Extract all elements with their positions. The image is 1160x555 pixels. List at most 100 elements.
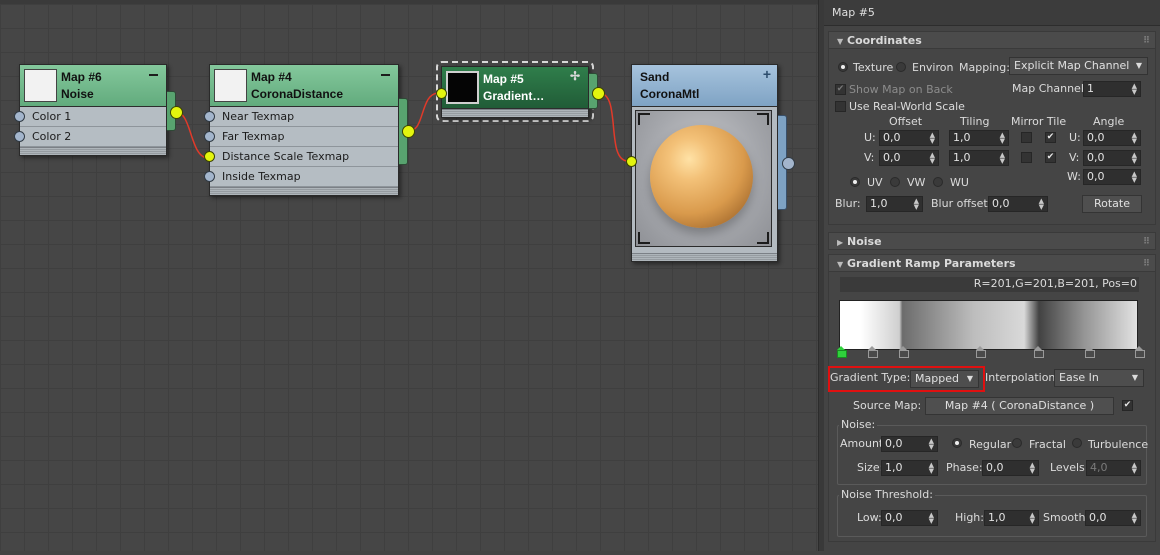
high-spinner[interactable]: 1,0 ▲ ▼ [984, 510, 1039, 526]
node-resize-grip[interactable] [442, 109, 588, 117]
gradient-flag[interactable] [899, 346, 909, 358]
spinner-arrows-icon[interactable]: ▲ ▼ [1132, 83, 1137, 96]
spinner-arrows-icon[interactable]: ▲ ▼ [1039, 198, 1044, 211]
u-angle-spinner[interactable]: 0,0 ▲ ▼ [1083, 130, 1141, 146]
output-socket[interactable] [402, 125, 415, 138]
gradient-ramp-bar[interactable] [839, 300, 1138, 350]
u-tiling-spinner[interactable]: 1,0 ▲ ▼ [949, 130, 1009, 146]
blur-offset-spinner[interactable]: 0,0 ▲ ▼ [988, 196, 1048, 212]
show-map-on-back-checkbox[interactable]: ✔ [835, 84, 846, 95]
v-angle-spinner[interactable]: 0,0 ▲ ▼ [1083, 150, 1141, 166]
slot-color-1[interactable]: Color 1 [14, 107, 166, 127]
output-socket[interactable] [170, 106, 183, 119]
vw-radio[interactable] [890, 177, 900, 187]
spinner-arrows-icon[interactable]: ▲ ▼ [1132, 152, 1137, 165]
spinner-arrows-icon[interactable]: ▲ ▼ [1132, 171, 1137, 184]
input-socket[interactable] [204, 171, 215, 182]
levels-spinner[interactable]: 4,0 ▲ ▼ [1086, 460, 1141, 476]
u-mirror-checkbox[interactable] [1021, 132, 1032, 143]
slot-distance-scale-texmap[interactable]: Distance Scale Texmap [204, 147, 398, 167]
spinner-arrows-icon[interactable]: ▲ ▼ [1000, 132, 1005, 145]
output-socket[interactable] [782, 157, 795, 170]
material-preview[interactable] [635, 110, 772, 247]
spinner-arrows-icon[interactable]: ▲ ▼ [929, 462, 934, 475]
node-gradient-ramp[interactable]: Map #5 Gradient… ✢ [436, 66, 605, 118]
spinner-arrows-icon[interactable]: ▲ ▼ [1132, 512, 1137, 525]
u-tile-checkbox[interactable]: ✔ [1045, 132, 1056, 143]
environ-radio[interactable] [896, 62, 906, 72]
u-offset-spinner[interactable]: 0,0 ▲ ▼ [879, 130, 939, 146]
input-socket[interactable] [14, 111, 25, 122]
uv-radio[interactable] [850, 177, 860, 187]
texture-radio[interactable] [838, 62, 848, 72]
phase-spinner[interactable]: 0,0 ▲ ▼ [982, 460, 1039, 476]
spinner-arrows-icon[interactable]: ▲ ▼ [930, 132, 935, 145]
fractal-radio[interactable] [1012, 438, 1022, 448]
node-header[interactable]: Map #5 Gradient… ✢ [442, 67, 588, 109]
v-mirror-checkbox[interactable] [1021, 152, 1032, 163]
interpolation-dropdown[interactable]: Ease In ▼ [1054, 369, 1144, 387]
map-channel-spinner[interactable]: 1 ▲ ▼ [1083, 81, 1141, 97]
slot-near-texmap[interactable]: Near Texmap [204, 107, 398, 127]
source-map-button[interactable]: Map #4 ( CoronaDistance ) [925, 397, 1114, 415]
input-socket-connected[interactable] [204, 151, 215, 162]
node-header[interactable]: Map #4 CoronaDistance [210, 65, 398, 107]
source-map-enable-checkbox[interactable]: ✔ [1122, 400, 1133, 411]
gradient-flag-active[interactable] [837, 346, 847, 358]
slot-inside-texmap[interactable]: Inside Texmap [204, 167, 398, 187]
gradient-flag[interactable] [868, 346, 878, 358]
size-spinner[interactable]: 1,0 ▲ ▼ [881, 460, 938, 476]
spinner-arrows-icon[interactable]: ▲ ▼ [1132, 132, 1137, 145]
gradient-flag[interactable] [1085, 346, 1095, 358]
spinner-arrows-icon[interactable]: ▲ ▼ [1030, 462, 1035, 475]
spinner-arrows-icon[interactable]: ▲ ▼ [929, 438, 934, 451]
low-spinner[interactable]: 0,0 ▲ ▼ [881, 510, 938, 526]
rollout-noise-header[interactable]: ▶ Noise ⠿ [828, 232, 1156, 250]
node-header[interactable]: Map #6 Noise [20, 65, 166, 107]
node-corona-distance[interactable]: Map #4 CoronaDistance Near Texmap Far Te… [204, 64, 415, 196]
expand-icon[interactable]: + [763, 67, 771, 81]
spinner-arrows-icon[interactable]: ▲ ▼ [1132, 462, 1137, 475]
v-tiling-spinner[interactable]: 1,0 ▲ ▼ [949, 150, 1009, 166]
w-angle-spinner[interactable]: 0,0 ▲ ▼ [1083, 169, 1141, 185]
output-socket[interactable] [592, 87, 605, 100]
gradient-flag[interactable] [1034, 346, 1044, 358]
slot-far-texmap[interactable]: Far Texmap [204, 127, 398, 147]
node-corona-material[interactable]: Sand CoronaMtl + [626, 64, 795, 262]
spinner-arrows-icon[interactable]: ▲ ▼ [1000, 152, 1005, 165]
node-resize-grip[interactable] [20, 147, 166, 155]
input-socket-connected[interactable] [436, 88, 447, 99]
slot-color-2[interactable]: Color 2 [14, 127, 166, 147]
spinner-arrows-icon[interactable]: ▲ ▼ [929, 512, 934, 525]
input-socket[interactable] [204, 131, 215, 142]
input-socket-connected[interactable] [626, 156, 637, 167]
amount-spinner[interactable]: 0,0 ▲ ▼ [881, 436, 938, 452]
mapping-dropdown[interactable]: Explicit Map Channel ▼ [1009, 57, 1148, 75]
spinner-arrows-icon[interactable]: ▲ ▼ [1030, 512, 1035, 525]
gradient-flag[interactable] [1135, 346, 1145, 358]
v-offset-spinner[interactable]: 0,0 ▲ ▼ [879, 150, 939, 166]
rollout-coordinates-header[interactable]: ▼ Coordinates ⠿ [828, 31, 1156, 49]
rollout-gradient-ramp-header[interactable]: ▼ Gradient Ramp Parameters ⠿ [828, 254, 1156, 272]
spinner-arrows-icon[interactable]: ▲ ▼ [914, 198, 919, 211]
node-resize-grip[interactable] [632, 253, 777, 261]
regular-radio[interactable] [952, 438, 962, 448]
node-editor-canvas[interactable]: Map #6 Noise Color 1 Color 2 Map #4 Coro… [0, 0, 820, 551]
collapse-icon[interactable] [381, 74, 390, 76]
gradient-flag[interactable] [976, 346, 986, 358]
use-real-world-scale-checkbox[interactable] [835, 101, 846, 112]
rotate-button[interactable]: Rotate [1082, 195, 1142, 213]
wu-radio[interactable] [933, 177, 943, 187]
v-tile-checkbox[interactable]: ✔ [1045, 152, 1056, 163]
smooth-spinner[interactable]: 0,0 ▲ ▼ [1085, 510, 1141, 526]
gradient-type-dropdown[interactable]: Mapped ▼ [910, 370, 979, 388]
node-noise-map[interactable]: Map #6 Noise Color 1 Color 2 [14, 64, 183, 156]
node-resize-grip[interactable] [210, 187, 398, 195]
blur-spinner[interactable]: 1,0 ▲ ▼ [866, 196, 923, 212]
spinner-arrows-icon[interactable]: ▲ ▼ [930, 152, 935, 165]
turbulence-radio[interactable] [1072, 438, 1082, 448]
input-socket[interactable] [14, 131, 25, 142]
collapse-icon[interactable] [149, 74, 158, 76]
move-icon[interactable]: ✢ [570, 70, 580, 82]
node-header[interactable]: Sand CoronaMtl + [632, 65, 777, 107]
